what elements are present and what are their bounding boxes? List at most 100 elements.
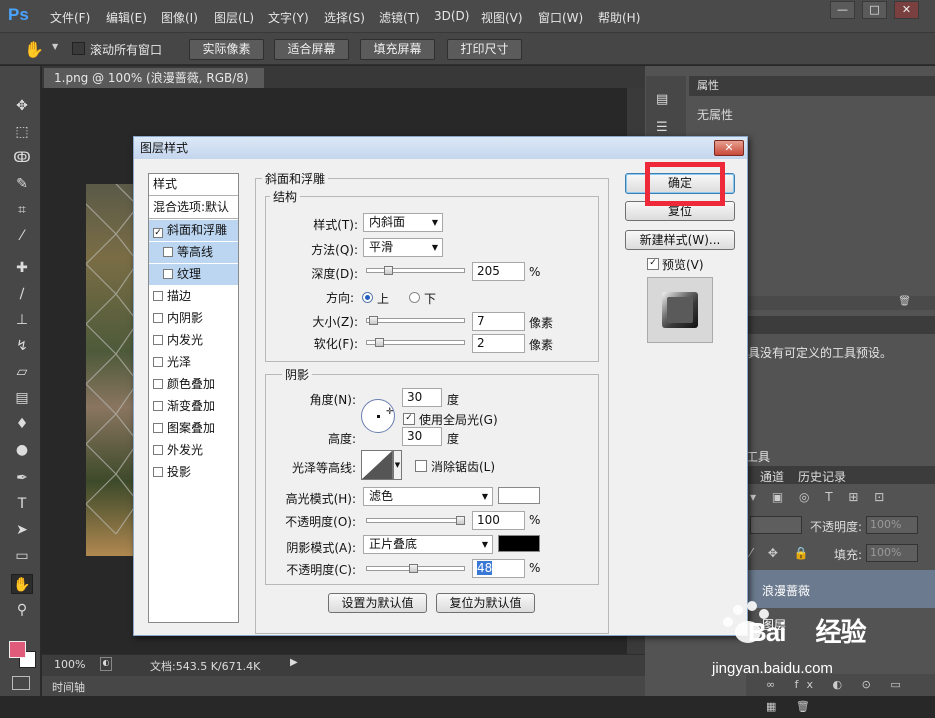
- style-item-checkbox[interactable]: [153, 291, 163, 301]
- document-tab[interactable]: 1.png @ 100% (浪漫蔷薇, RGB/8) *✕: [44, 68, 264, 105]
- dodge-tool-icon[interactable]: ●: [11, 440, 33, 460]
- soften-slider-thumb[interactable]: [375, 338, 384, 347]
- gloss-contour-dropdown-icon[interactable]: ▼: [393, 450, 402, 480]
- menu-item[interactable]: 图层(L): [214, 9, 254, 26]
- healing-brush-icon[interactable]: ✚: [11, 258, 33, 278]
- quick-select-tool-icon[interactable]: ✎: [11, 174, 33, 194]
- anti-aliased-checkbox[interactable]: [415, 460, 427, 472]
- gradient-tool-icon[interactable]: ▤: [11, 388, 33, 408]
- foreground-color-swatch[interactable]: [9, 641, 26, 658]
- status-expand-icon[interactable]: ▶: [290, 657, 298, 668]
- type-tool-icon[interactable]: T: [11, 494, 33, 514]
- zoom-level[interactable]: 100%: [54, 658, 85, 671]
- lock-icons[interactable]: ⁄ ✥ 🔒: [750, 546, 815, 560]
- shadow-color-swatch[interactable]: [498, 535, 540, 552]
- style-item-checkbox[interactable]: ✓: [153, 228, 163, 238]
- menu-item[interactable]: 滤镜(T): [379, 9, 420, 26]
- menu-item[interactable]: 帮助(H): [598, 9, 640, 26]
- layer-filter-icons[interactable]: ▾ ▣ ◎ T ⊞ ⊡: [750, 490, 930, 510]
- clone-stamp-icon[interactable]: ⊥: [11, 310, 33, 330]
- blend-options-item[interactable]: 混合选项:默认: [149, 197, 238, 219]
- path-select-icon[interactable]: ➤: [11, 520, 33, 540]
- style-item[interactable]: ✓ 斜面和浮雕: [149, 220, 238, 241]
- shadow-mode-select[interactable]: 正片叠底 ▼: [363, 535, 493, 554]
- hand-tool-icon[interactable]: ✋: [11, 574, 33, 594]
- hand-tool-icon[interactable]: ✋: [24, 40, 44, 59]
- dialog-title-bar[interactable]: 图层样式: [134, 137, 747, 159]
- style-item-checkbox[interactable]: [163, 247, 173, 257]
- actual-pixels-button[interactable]: 实际像素: [189, 39, 264, 60]
- menu-item[interactable]: 视图(V): [481, 9, 523, 26]
- altitude-input[interactable]: 30: [402, 427, 442, 446]
- eyedropper-tool-icon[interactable]: ⁄: [11, 226, 33, 246]
- preview-checkbox[interactable]: ✓: [647, 258, 659, 270]
- history-panel-icon[interactable]: ▤: [656, 92, 674, 110]
- history-brush-icon[interactable]: ↯: [11, 336, 33, 356]
- style-item-checkbox[interactable]: [153, 467, 163, 477]
- style-item[interactable]: 颜色叠加: [149, 374, 238, 395]
- blend-mode-select[interactable]: [750, 516, 802, 534]
- depth-slider-thumb[interactable]: [384, 266, 393, 275]
- brush-tool-icon[interactable]: ∕: [11, 284, 33, 304]
- direction-up-radio[interactable]: [362, 292, 373, 303]
- style-item[interactable]: 描边: [149, 286, 238, 307]
- quick-mask-icon[interactable]: [12, 676, 30, 690]
- direction-down-radio[interactable]: [409, 292, 420, 303]
- menu-item[interactable]: 3D(D): [434, 9, 469, 23]
- reset-default-button[interactable]: 复位为默认值: [436, 593, 535, 613]
- menu-item[interactable]: 文件(F): [50, 9, 90, 26]
- properties-panel-header[interactable]: 属性: [689, 76, 935, 96]
- tool-presets-tab[interactable]: 工具: [746, 448, 770, 465]
- style-item-checkbox[interactable]: [153, 445, 163, 455]
- soften-input[interactable]: 2: [472, 334, 525, 353]
- style-item[interactable]: 纹理: [149, 264, 238, 285]
- dialog-close-button[interactable]: ✕: [714, 140, 744, 156]
- channels-tab[interactable]: 通道: [760, 468, 784, 485]
- fit-screen-button[interactable]: 适合屏幕: [274, 39, 349, 60]
- menu-item[interactable]: 文字(Y): [268, 9, 309, 26]
- shadow-opacity-input[interactable]: 48: [472, 559, 525, 578]
- style-item[interactable]: 外发光: [149, 440, 238, 461]
- style-item[interactable]: 等高线: [149, 242, 238, 263]
- shadow-opacity-thumb[interactable]: [409, 564, 419, 573]
- layers-footer-icons[interactable]: ∞ fx ◐ ⊙ ▭ ▦ 🗑: [746, 674, 935, 713]
- style-item[interactable]: 内发光: [149, 330, 238, 351]
- angle-input[interactable]: 30: [402, 388, 442, 407]
- eraser-tool-icon[interactable]: ▱: [11, 362, 33, 382]
- highlight-opacity-thumb[interactable]: [456, 516, 465, 525]
- highlight-mode-select[interactable]: 滤色 ▼: [363, 487, 493, 506]
- style-item-checkbox[interactable]: [153, 379, 163, 389]
- tool-preset-dropdown-icon[interactable]: ▼: [52, 42, 58, 51]
- style-item-checkbox[interactable]: [153, 357, 163, 367]
- print-size-button[interactable]: 打印尺寸: [447, 39, 522, 60]
- maximize-button[interactable]: □: [862, 1, 887, 19]
- angle-dial[interactable]: ✛: [361, 399, 395, 433]
- style-item-checkbox[interactable]: [153, 313, 163, 323]
- technique-select[interactable]: 平滑 ▼: [363, 238, 443, 257]
- history-tab[interactable]: 历史记录: [798, 468, 846, 485]
- lasso-tool-icon[interactable]: ↂ: [11, 148, 33, 168]
- styles-header[interactable]: 样式: [149, 174, 238, 196]
- gloss-contour-picker[interactable]: [361, 450, 393, 480]
- close-window-button[interactable]: ✕: [894, 1, 919, 19]
- marquee-tool-icon[interactable]: ⬚: [11, 122, 33, 142]
- style-item-checkbox[interactable]: [153, 335, 163, 345]
- crop-tool-icon[interactable]: ⌗: [11, 200, 33, 220]
- style-item-checkbox[interactable]: [153, 423, 163, 433]
- style-item[interactable]: 内阴影: [149, 308, 238, 329]
- menu-item[interactable]: 选择(S): [324, 9, 365, 26]
- minimize-button[interactable]: —: [830, 1, 855, 19]
- shape-tool-icon[interactable]: ▭: [11, 546, 33, 566]
- size-slider-track[interactable]: [366, 318, 465, 323]
- highlight-opacity-track[interactable]: [366, 518, 465, 523]
- timeline-panel-tab[interactable]: 时间轴: [42, 676, 645, 696]
- scroll-all-checkbox[interactable]: [72, 42, 85, 55]
- move-tool-icon[interactable]: ✥: [11, 96, 33, 116]
- trash-icon[interactable]: 🗑: [898, 296, 911, 307]
- style-item[interactable]: 光泽: [149, 352, 238, 373]
- size-input[interactable]: 7: [472, 312, 525, 331]
- menu-item[interactable]: 图像(I): [161, 9, 198, 26]
- style-item-checkbox[interactable]: [163, 269, 173, 279]
- blur-tool-icon[interactable]: ♦: [11, 414, 33, 434]
- pen-tool-icon[interactable]: ✒: [11, 468, 33, 488]
